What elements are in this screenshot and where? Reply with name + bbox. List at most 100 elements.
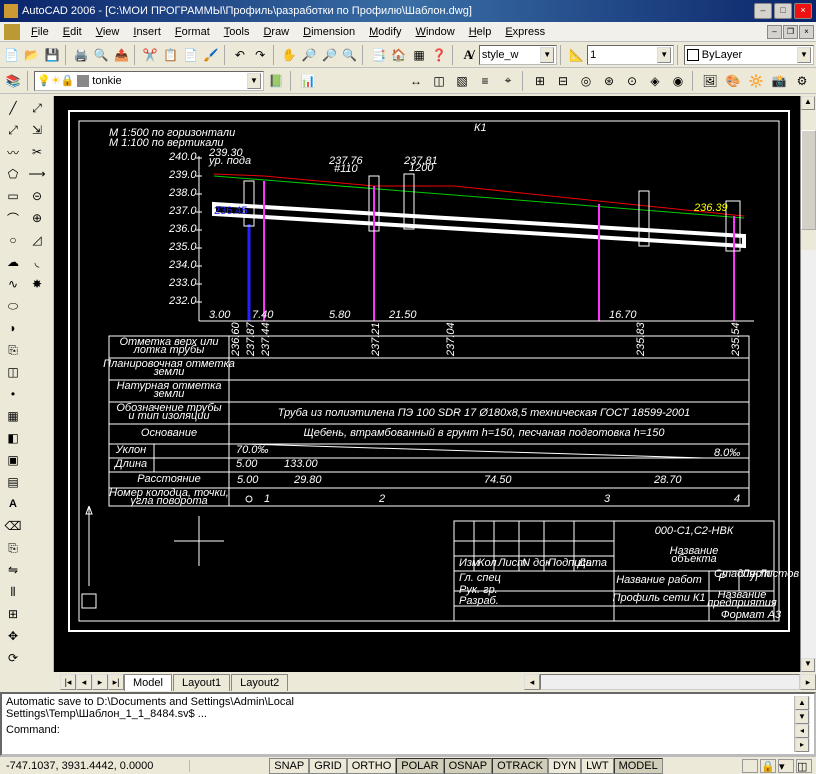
sh-button[interactable]: ▦	[409, 44, 428, 66]
region-icon[interactable]: ▣	[1, 449, 25, 471]
command-window[interactable]: Automatic save to D:\Documents and Setti…	[0, 692, 816, 756]
app1-icon[interactable]: ⊞	[529, 70, 551, 92]
paste-button[interactable]: 📄	[181, 44, 200, 66]
offset-icon[interactable]: ⫴	[1, 581, 25, 603]
mdi-restore-button[interactable]: ❐	[783, 25, 798, 39]
tab-model[interactable]: Model	[124, 674, 172, 691]
distance-icon[interactable]: ↔	[405, 70, 427, 92]
region-icon[interactable]: ▧	[451, 70, 473, 92]
menu-view[interactable]: View	[89, 24, 127, 40]
ellipsearc-icon[interactable]: ◗	[1, 317, 25, 339]
save-button[interactable]: 💾	[43, 44, 62, 66]
circle-icon[interactable]: ○	[1, 229, 25, 251]
tab-prev-button[interactable]: ◂	[76, 674, 92, 690]
table-icon[interactable]: ▤	[1, 471, 25, 493]
model-toggle[interactable]: MODEL	[614, 758, 663, 774]
lock-icon[interactable]: 🔒	[760, 759, 776, 773]
menu-draw[interactable]: Draw	[256, 24, 296, 40]
array-icon[interactable]: ⊞	[1, 603, 25, 625]
open-button[interactable]: 📂	[22, 44, 41, 66]
copy-icon[interactable]: ⎘	[1, 537, 25, 559]
tab-layout2[interactable]: Layout2	[231, 674, 288, 691]
zoomp-button[interactable]: 🔍	[340, 44, 359, 66]
tab-next-button[interactable]: ▸	[92, 674, 108, 690]
dimstyle-icon[interactable]: 📐	[567, 44, 586, 66]
scroll-up-icon[interactable]: ▲	[801, 96, 815, 110]
tab-last-button[interactable]: ▸|	[108, 674, 124, 690]
undo-button[interactable]: ↶	[230, 44, 249, 66]
mdi-close-button[interactable]: ×	[799, 25, 814, 39]
prop-button[interactable]: 📑	[369, 44, 388, 66]
dyn-toggle[interactable]: DYN	[548, 758, 581, 774]
scale-icon[interactable]: ⤢	[25, 97, 49, 119]
fillet-icon[interactable]: ◟	[25, 251, 49, 273]
xline-icon[interactable]: ⤢	[1, 119, 25, 141]
spline-icon[interactable]: ∿	[1, 273, 25, 295]
grid-toggle[interactable]: GRID	[309, 758, 347, 774]
layerprev-button[interactable]: 📗	[265, 70, 287, 92]
snap-toggle[interactable]: SNAP	[269, 758, 309, 774]
cleanscreen-icon[interactable]: ◫	[796, 759, 812, 773]
rotate-icon[interactable]: ⟳	[1, 647, 25, 669]
ltype-button[interactable]: 📊	[297, 70, 319, 92]
rect-icon[interactable]: ▭	[1, 185, 25, 207]
render2-icon[interactable]: 🎨	[722, 70, 744, 92]
trim-icon[interactable]: ✂	[25, 141, 49, 163]
revcloud-icon[interactable]: ☁	[1, 251, 25, 273]
copy-button[interactable]: 📋	[161, 44, 180, 66]
tab-layout1[interactable]: Layout1	[173, 674, 230, 691]
id-icon[interactable]: ⌖	[497, 70, 519, 92]
doc-icon[interactable]	[4, 24, 20, 40]
render4-icon[interactable]: 📸	[768, 70, 790, 92]
erase-icon[interactable]: ⌫	[1, 515, 25, 537]
menu-window[interactable]: Window	[409, 24, 462, 40]
mirror-icon[interactable]: ⇋	[1, 559, 25, 581]
arc-icon[interactable]: ⌒	[1, 207, 25, 229]
render1-icon[interactable]: 🖼	[699, 70, 721, 92]
grad-icon[interactable]: ◧	[1, 427, 25, 449]
comm-icon[interactable]	[742, 759, 758, 773]
layer-combo[interactable]: 💡 ☀ 🔒 tonkie▼	[34, 71, 264, 91]
join-icon[interactable]: ⊕	[25, 207, 49, 229]
menu-insert[interactable]: Insert	[126, 24, 168, 40]
menu-modify[interactable]: Modify	[362, 24, 408, 40]
insert-icon[interactable]: ⎘	[1, 339, 25, 361]
app2-icon[interactable]: ⊟	[552, 70, 574, 92]
break-icon[interactable]: ⊝	[25, 185, 49, 207]
menu-express[interactable]: Express	[498, 24, 552, 40]
move-icon[interactable]: ✥	[1, 625, 25, 647]
chamfer-icon[interactable]: ◿	[25, 229, 49, 251]
tray-flyout-icon[interactable]: ▾	[778, 759, 794, 773]
tab-first-button[interactable]: |◂	[60, 674, 76, 690]
ortho-toggle[interactable]: ORTHO	[347, 758, 397, 774]
polar-toggle[interactable]: POLAR	[396, 758, 443, 774]
minimize-button[interactable]: –	[754, 3, 772, 19]
osnap-toggle[interactable]: OSNAP	[444, 758, 493, 774]
layer-mgr-button[interactable]: 📚	[2, 70, 24, 92]
dimstyle-combo[interactable]: 1▼	[587, 45, 674, 65]
app6-icon[interactable]: ◈	[644, 70, 666, 92]
match-button[interactable]: 🖌️	[201, 44, 220, 66]
mtext-icon[interactable]: A	[1, 493, 25, 515]
zoomw-button[interactable]: 🔎	[320, 44, 339, 66]
render5-icon[interactable]: ⚙	[791, 70, 813, 92]
menu-dimension[interactable]: Dimension	[296, 24, 362, 40]
app3-icon[interactable]: ◎	[575, 70, 597, 92]
hscroll-left-button[interactable]: ◂	[524, 674, 540, 690]
color-combo[interactable]: ByLayer▼	[684, 45, 814, 65]
render3-icon[interactable]: 🔆	[745, 70, 767, 92]
menu-format[interactable]: Format	[168, 24, 217, 40]
ellipse-icon[interactable]: ⬭	[1, 295, 25, 317]
pline-icon[interactable]: 〰	[1, 141, 25, 163]
zoom-button[interactable]: 🔎	[300, 44, 319, 66]
menu-tools[interactable]: Tools	[217, 24, 257, 40]
point-icon[interactable]: •	[1, 383, 25, 405]
mdi-minimize-button[interactable]: –	[767, 25, 782, 39]
otrack-toggle[interactable]: OTRACK	[492, 758, 548, 774]
scroll-down-icon[interactable]: ▼	[801, 658, 815, 672]
preview-button[interactable]: 🔍	[92, 44, 111, 66]
lwt-toggle[interactable]: LWT	[581, 758, 613, 774]
app4-icon[interactable]: ⊛	[598, 70, 620, 92]
hatch-icon[interactable]: ▦	[1, 405, 25, 427]
hscroll-right-button[interactable]: ▸	[800, 674, 816, 690]
